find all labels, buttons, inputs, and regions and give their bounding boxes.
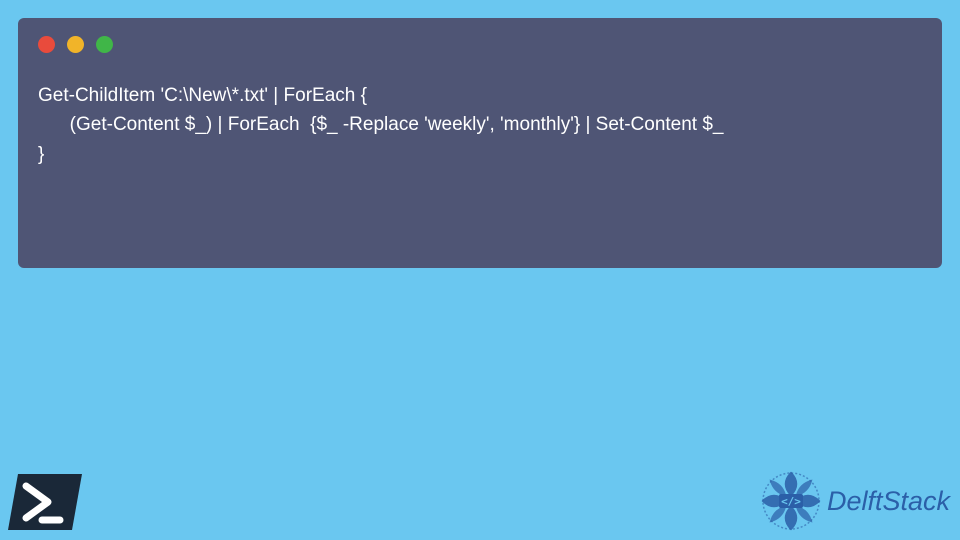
maximize-icon[interactable] <box>96 36 113 53</box>
code-line-1: Get-ChildItem 'C:\New\*.txt' | ForEach { <box>38 85 367 106</box>
delftstack-logo: </> DelftStack <box>760 470 950 532</box>
powershell-logo-svg <box>6 472 84 532</box>
powershell-icon <box>6 472 84 532</box>
close-icon[interactable] <box>38 36 55 53</box>
code-line-3: } <box>38 144 44 165</box>
svg-text:</>: </> <box>781 495 801 508</box>
code-window: Get-ChildItem 'C:\New\*.txt' | ForEach {… <box>18 18 942 268</box>
delftstack-ornament-icon: </> <box>760 470 822 532</box>
window-controls <box>38 36 922 53</box>
code-line-2: (Get-Content $_) | ForEach {$_ -Replace … <box>38 114 723 135</box>
minimize-icon[interactable] <box>67 36 84 53</box>
delftstack-text: DelftStack <box>827 486 950 517</box>
code-block: Get-ChildItem 'C:\New\*.txt' | ForEach {… <box>38 81 922 169</box>
